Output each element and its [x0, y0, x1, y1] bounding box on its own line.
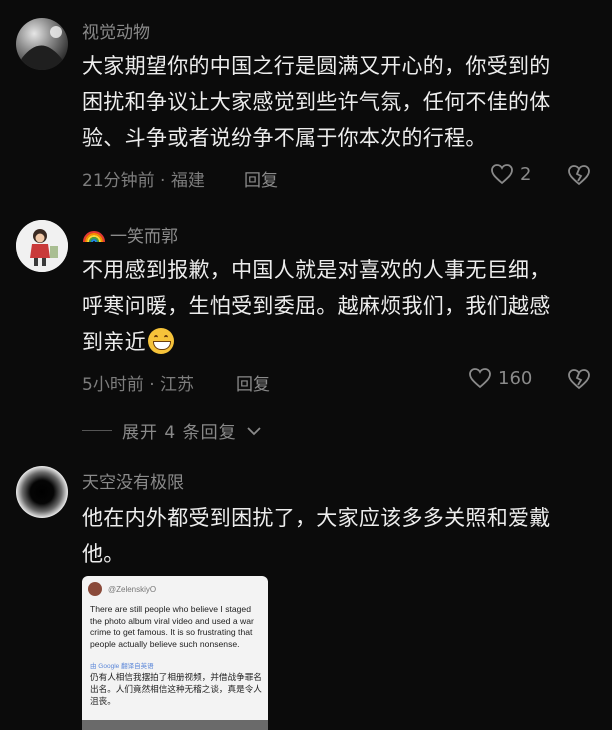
card-header: @ZelenskiyO: [88, 582, 156, 596]
like-count: 2: [520, 163, 532, 185]
card-chinese-text: 仍有人相信我摆拍了相册视频，并借战争罪名出名。人们竟然相信这种无稽之谈，真是令人…: [90, 673, 262, 707]
chevron-down-icon: [246, 426, 261, 435]
comment-line: 不用感到报歉，中国人就是对喜欢的人事无巨细，: [82, 258, 551, 282]
expand-replies-button[interactable]: 展开 4 条回复: [82, 418, 261, 443]
card-english-text: There are still people who believe I sta…: [90, 604, 254, 649]
heart-icon: [469, 368, 491, 389]
rainbow-icon: [83, 230, 105, 242]
divider: [82, 430, 112, 431]
comment-text: 大家期望你的中国之行是圆满又开心的，你受到的 困扰和争议让大家感觉到些许气氛，任…: [82, 48, 602, 156]
reply-button[interactable]: 回复: [244, 166, 278, 191]
avatar[interactable]: [16, 220, 68, 272]
avatar-cartoon-girl-icon: [16, 220, 68, 272]
username-text: 一笑而郭: [110, 227, 178, 247]
username[interactable]: 一笑而郭: [82, 222, 178, 247]
comment-line-text: 到亲近: [82, 330, 146, 354]
heart-icon: [491, 164, 513, 185]
username[interactable]: 视觉动物: [82, 18, 150, 43]
like-button[interactable]: 160: [468, 367, 532, 389]
card-avatar: [88, 582, 102, 596]
card-footer: [82, 720, 268, 730]
avatar[interactable]: [16, 466, 68, 518]
comment-text: 不用感到报歉，中国人就是对喜欢的人事无巨细， 呼寒问暖，生怕受到委屈。越麻烦我们…: [82, 252, 602, 360]
avatar-dark-ball-icon: [16, 18, 68, 70]
broken-heart-icon: [568, 369, 590, 390]
like-button[interactable]: 2: [490, 163, 531, 185]
comment-line: 他。: [82, 542, 125, 566]
comment-line: 到亲近: [82, 324, 602, 360]
avatar-black-hole-icon: [16, 466, 68, 518]
comment-line: 验、斗争或者说纷争不属于你本次的行程。: [82, 126, 487, 150]
card-translate-label: 由 Google 翻译自英语: [90, 663, 154, 670]
reply-button[interactable]: 回复: [236, 370, 270, 395]
broken-heart-icon: [568, 165, 590, 186]
avatar[interactable]: [16, 18, 68, 70]
expand-replies-label: 展开 4 条回复: [122, 423, 237, 443]
comment-image[interactable]: @ZelenskiyO There are still people who b…: [82, 576, 268, 730]
username[interactable]: 天空没有极限: [82, 468, 184, 493]
comment-text: 他在内外都受到困扰了，大家应该多多关照和爱戴 他。: [82, 500, 602, 572]
grinning-face-icon: [147, 328, 174, 354]
comment-meta: 5小时前 · 江苏: [82, 375, 195, 395]
dislike-button[interactable]: [567, 164, 591, 190]
comment-line: 大家期望你的中国之行是圆满又开心的，你受到的: [82, 54, 551, 78]
like-count: 160: [498, 367, 533, 389]
comment-meta: 21分钟前 · 福建: [82, 171, 205, 191]
card-handle: @ZelenskiyO: [108, 584, 157, 594]
comment-line: 他在内外都受到困扰了，大家应该多多关照和爱戴: [82, 506, 551, 530]
comment-line: 困扰和争议让大家感觉到些许气氛，任何不佳的体: [82, 90, 551, 114]
comment-line: 呼寒问暖，生怕受到委屈。越麻烦我们，我们越感: [82, 294, 551, 318]
dislike-button[interactable]: [567, 368, 591, 394]
